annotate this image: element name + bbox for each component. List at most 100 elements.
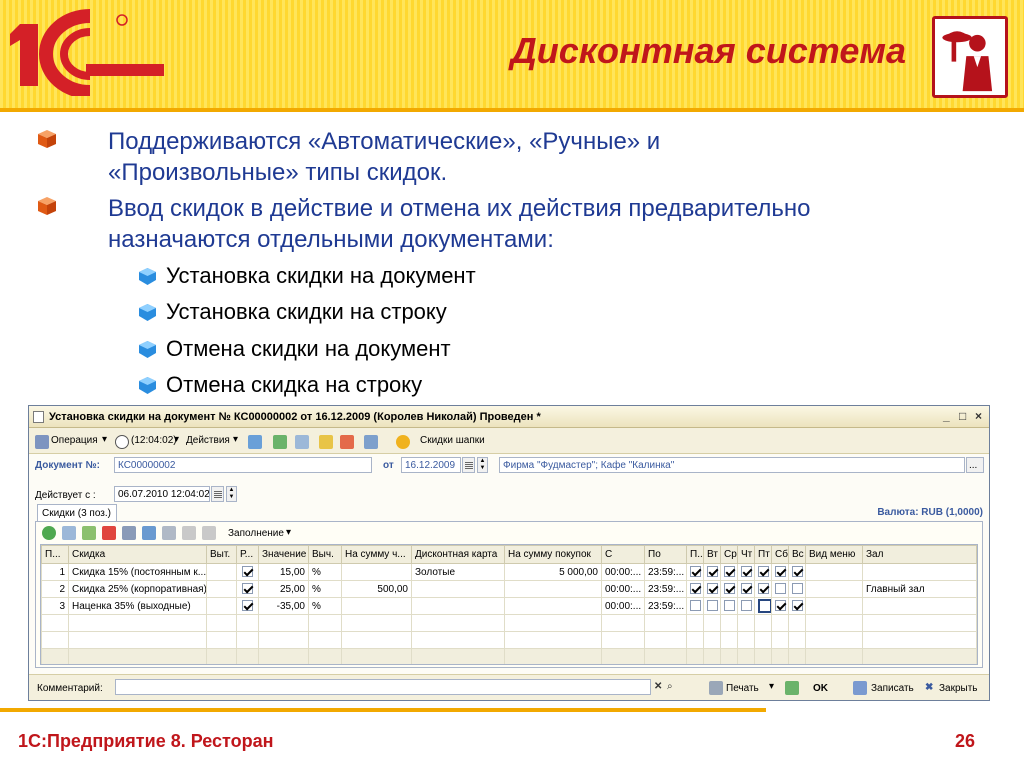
manual-checkbox-cell[interactable]: [236, 597, 259, 615]
clear-icon[interactable]: ✕: [654, 681, 662, 692]
sort-asc-icon[interactable]: [182, 526, 196, 540]
checkbox[interactable]: [707, 566, 718, 578]
unit-cell[interactable]: %: [308, 563, 342, 581]
checkbox[interactable]: [707, 583, 718, 595]
checkbox[interactable]: [242, 600, 253, 612]
post-icon[interactable]: [248, 435, 262, 449]
hall-cell[interactable]: Главный зал: [862, 580, 977, 598]
weekday-cell[interactable]: [771, 580, 789, 598]
weekday-cell[interactable]: [771, 597, 789, 615]
close-window-button[interactable]: ×: [975, 409, 982, 423]
column-header[interactable]: Вт: [703, 545, 721, 564]
checkbox[interactable]: [741, 566, 752, 578]
calendar-icon[interactable]: [462, 457, 475, 473]
print-setup-icon[interactable]: [364, 435, 378, 449]
edit-row-icon[interactable]: [82, 526, 96, 540]
fill-menu[interactable]: Заполнение: [228, 528, 284, 539]
purchase-sum-cell[interactable]: [504, 580, 602, 598]
weekday-cell[interactable]: [686, 597, 704, 615]
column-header[interactable]: На сумму ч...: [341, 545, 412, 564]
column-header[interactable]: Ср: [720, 545, 738, 564]
checkbox[interactable]: [775, 600, 786, 612]
operation-menu[interactable]: Операция: [51, 435, 98, 446]
column-header[interactable]: На сумму покупок: [504, 545, 602, 564]
column-header[interactable]: Вид меню: [805, 545, 863, 564]
checkbox[interactable]: [690, 566, 701, 578]
manual-checkbox-cell[interactable]: [236, 563, 259, 581]
column-header[interactable]: Скидка: [68, 545, 207, 564]
checkbox[interactable]: [792, 583, 803, 595]
time-button[interactable]: (12:04:02): [131, 435, 177, 446]
ok-button[interactable]: OK: [813, 683, 828, 694]
value-cell[interactable]: 25,00: [258, 580, 309, 598]
close-button[interactable]: Закрыть: [939, 683, 978, 694]
weekday-cell[interactable]: [754, 563, 772, 581]
checkbox[interactable]: [792, 566, 803, 578]
weekday-cell[interactable]: [703, 580, 721, 598]
menu-type-cell[interactable]: [805, 563, 863, 581]
discount-card-cell[interactable]: [411, 580, 505, 598]
datetime-spinner[interactable]: ▲ ▼: [226, 486, 237, 502]
search-icon[interactable]: ⌕: [667, 681, 673, 692]
checkbox[interactable]: [741, 600, 752, 612]
time-from-cell[interactable]: 00:00:...: [601, 563, 645, 581]
doc-date-field[interactable]: 16.12.2009: [401, 457, 461, 473]
column-header[interactable]: Значение: [258, 545, 309, 564]
column-header[interactable]: С: [601, 545, 645, 564]
checkbox[interactable]: [758, 566, 769, 578]
column-header[interactable]: Пт: [754, 545, 772, 564]
end-edit-icon[interactable]: [122, 526, 136, 540]
delete-row-icon[interactable]: [102, 526, 116, 540]
column-header[interactable]: Выт.: [206, 545, 237, 564]
maximize-button[interactable]: □: [959, 409, 966, 423]
checkbox[interactable]: [690, 600, 701, 612]
menu-type-cell[interactable]: [805, 597, 863, 615]
column-header[interactable]: По: [644, 545, 687, 564]
menu-type-cell[interactable]: [805, 580, 863, 598]
actions-menu[interactable]: Действия: [186, 435, 230, 446]
weekday-cell[interactable]: [788, 580, 806, 598]
header-discounts-button[interactable]: Скидки шапки: [420, 435, 485, 446]
weekday-cell[interactable]: [754, 597, 772, 615]
column-header[interactable]: Р...: [236, 545, 259, 564]
move-down-icon[interactable]: [162, 526, 176, 540]
discount-name-cell[interactable]: Наценка 35% (выходные): [68, 597, 207, 615]
weekday-cell[interactable]: [720, 563, 738, 581]
table-row[interactable]: 3 Наценка 35% (выходные) -35,00% 00:00:... 2…: [41, 597, 977, 615]
unit-cell[interactable]: %: [308, 597, 342, 615]
structure-icon[interactable]: [295, 435, 309, 449]
column-header[interactable]: Зал: [862, 545, 977, 564]
weekday-cell[interactable]: [720, 597, 738, 615]
column-header[interactable]: П...: [41, 545, 69, 564]
weekday-cell[interactable]: [737, 563, 755, 581]
add-row-icon[interactable]: [42, 526, 56, 540]
checkbox[interactable]: [775, 583, 786, 595]
table-cell[interactable]: [206, 563, 237, 581]
checkbox[interactable]: [741, 583, 752, 595]
discount-card-cell[interactable]: Золотые: [411, 563, 505, 581]
column-header[interactable]: П..: [686, 545, 704, 564]
checkbox[interactable]: [242, 583, 253, 595]
row-number-cell[interactable]: 2: [41, 580, 69, 598]
tab-discounts[interactable]: Скидки (3 поз.): [37, 504, 117, 522]
checkbox[interactable]: [724, 566, 735, 578]
discount-name-cell[interactable]: Скидка 25% (корпоративная): [68, 580, 207, 598]
weekday-cell[interactable]: [788, 597, 806, 615]
table-cell[interactable]: [206, 580, 237, 598]
weekday-cell[interactable]: [686, 580, 704, 598]
row-number-cell[interactable]: 3: [41, 597, 69, 615]
weekday-cell[interactable]: [771, 563, 789, 581]
hall-cell[interactable]: [862, 563, 977, 581]
value-cell[interactable]: -35,00: [258, 597, 309, 615]
hall-cell[interactable]: [862, 597, 977, 615]
organization-field[interactable]: Фирма "Фудмастер"; Кафе "Калинка": [499, 457, 965, 473]
comment-field[interactable]: [115, 679, 651, 695]
purchase-sum-cell[interactable]: 5 000,00: [504, 563, 602, 581]
checkbox[interactable]: [724, 583, 735, 595]
valid-from-field[interactable]: 06.07.2010 12:04:02: [114, 486, 210, 502]
column-header[interactable]: Чт: [737, 545, 755, 564]
checkbox[interactable]: [758, 599, 771, 613]
time-from-cell[interactable]: 00:00:...: [601, 597, 645, 615]
column-header[interactable]: Вс: [788, 545, 806, 564]
table-row[interactable]: 1 Скидка 15% (постоянным к... 15,00% Золоты…: [41, 563, 977, 581]
